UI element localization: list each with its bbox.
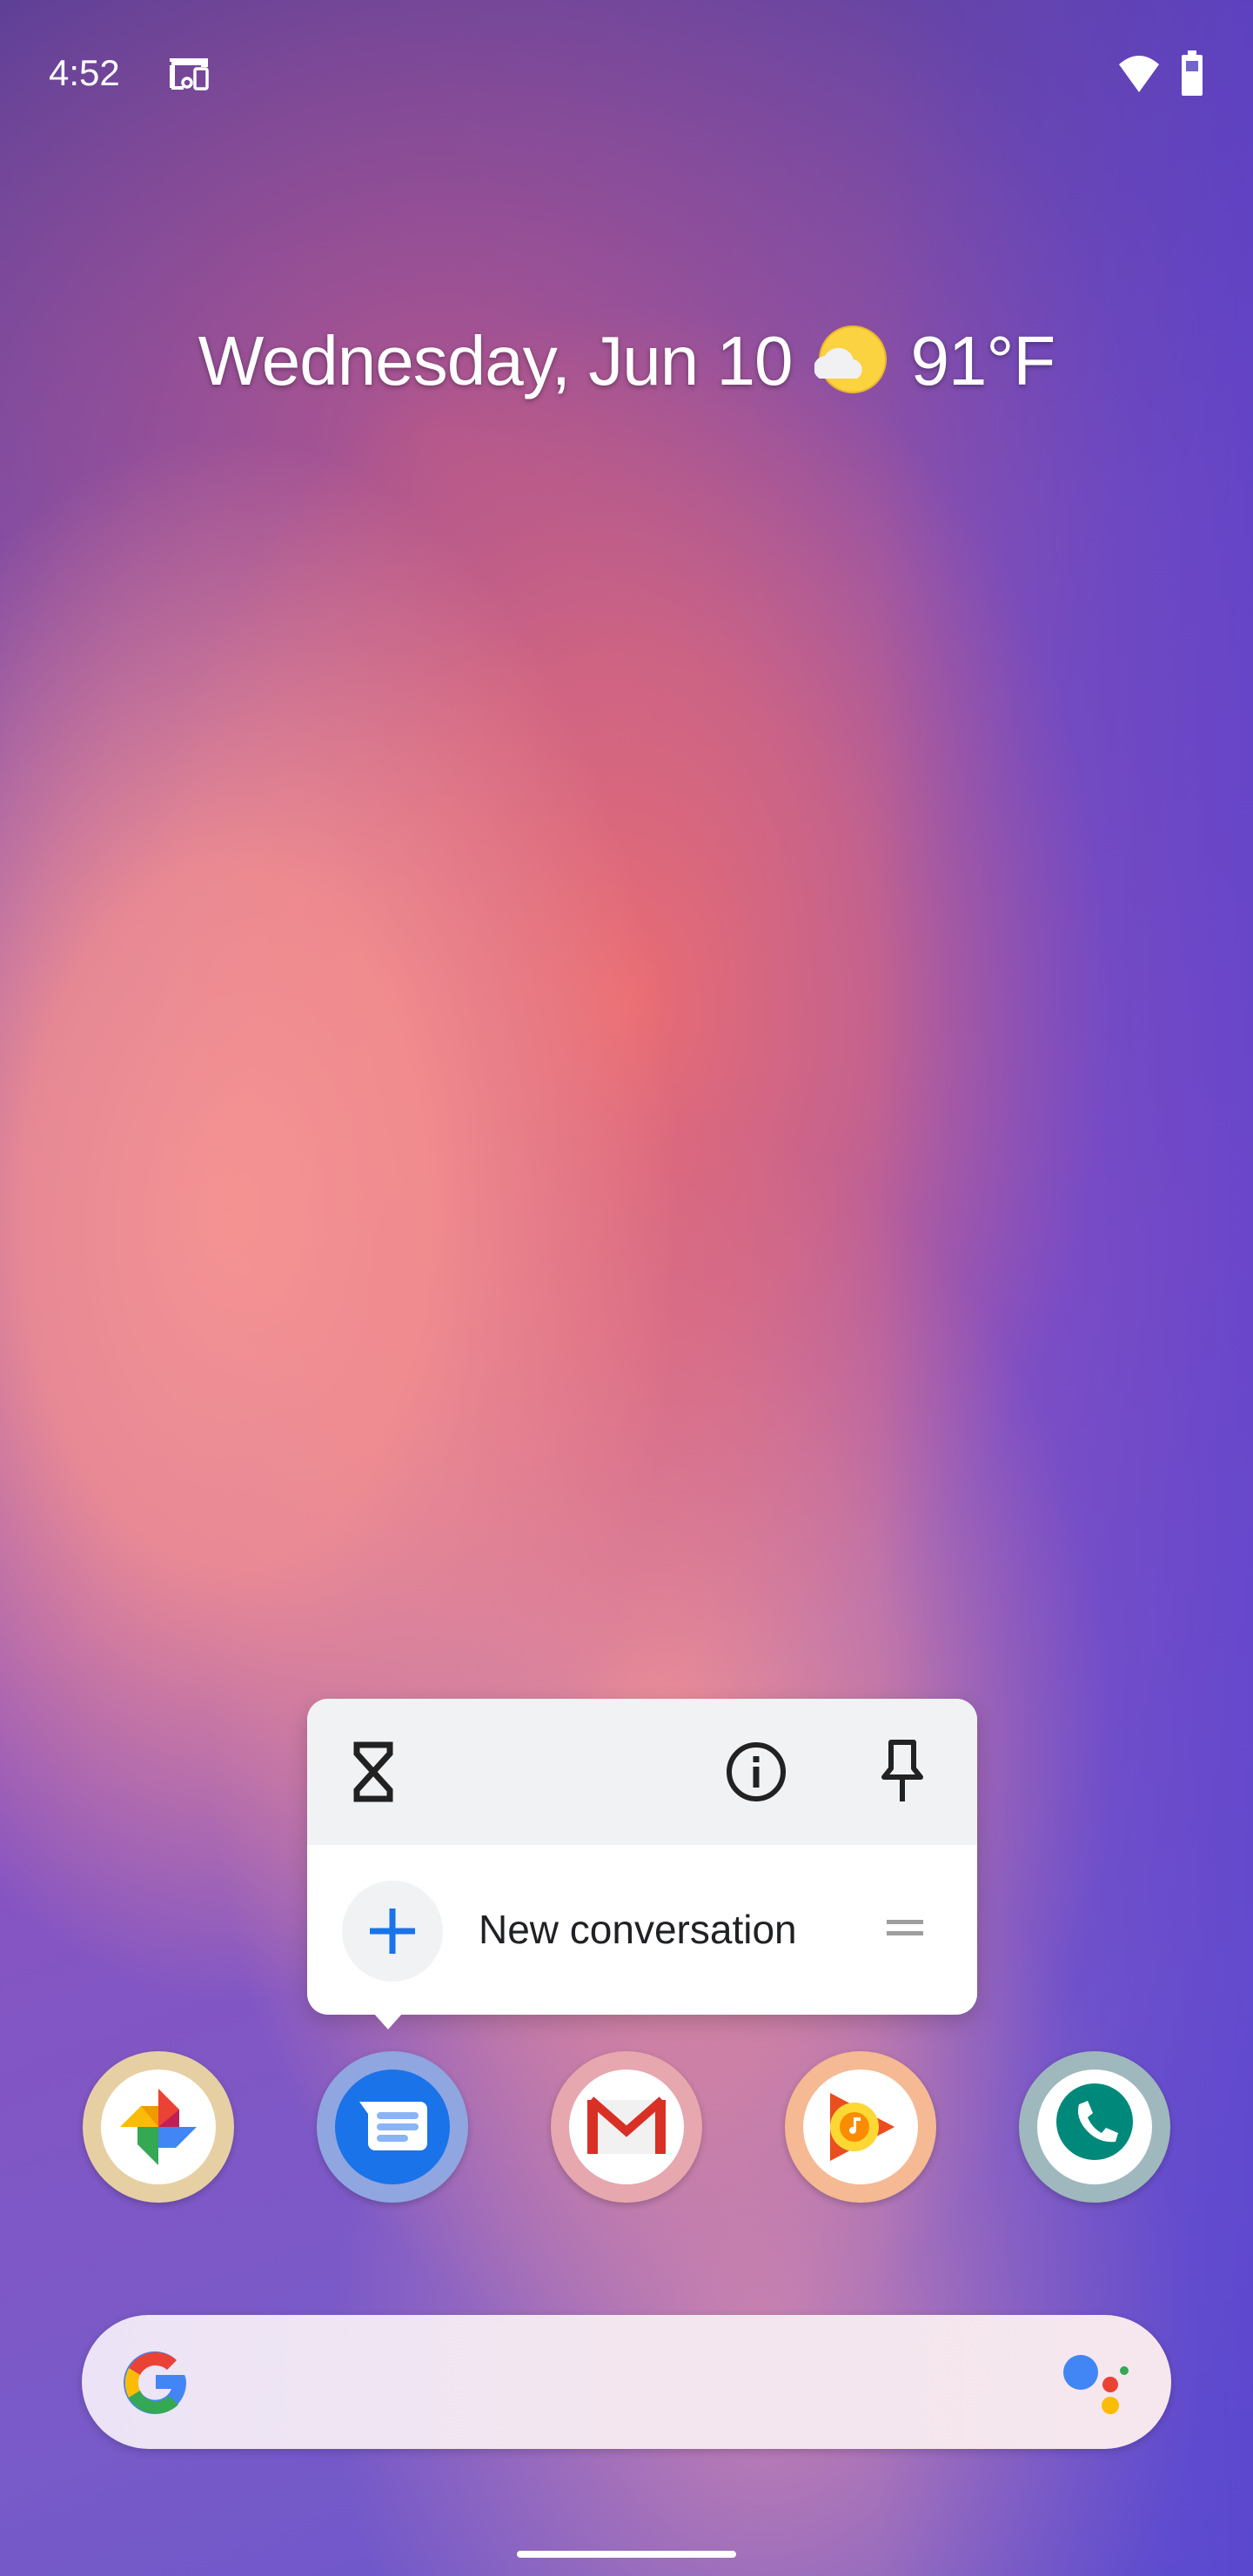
- hourglass-icon: [353, 1741, 393, 1802]
- system-shortcuts-bar: [307, 1699, 977, 1845]
- app-play-music[interactable]: [785, 2051, 936, 2203]
- date-text[interactable]: Wednesday, Jun 10: [198, 321, 794, 401]
- app-photos[interactable]: [83, 2051, 234, 2203]
- app-info-button[interactable]: [723, 1739, 789, 1805]
- google-g-icon[interactable]: [117, 2344, 195, 2422]
- messages-icon: [359, 2102, 427, 2150]
- at-a-glance-widget[interactable]: Wednesday, Jun 10 91°F: [0, 313, 1253, 409]
- google-assistant-icon[interactable]: [1062, 2350, 1131, 2419]
- gesture-nav-handle[interactable]: [517, 2551, 736, 2558]
- gmail-icon: [587, 2096, 666, 2154]
- pin-icon: [881, 1740, 923, 1801]
- info-icon: [727, 1742, 786, 1801]
- app-shortcut-popup: New conversation: [307, 1699, 977, 2015]
- wifi-icon: [1119, 56, 1159, 92]
- app-messages[interactable]: [317, 2051, 468, 2203]
- drag-handle-icon[interactable]: [887, 1918, 923, 1937]
- google-search-bar[interactable]: [82, 2315, 1171, 2449]
- pin-button[interactable]: [869, 1739, 935, 1805]
- photos-icon: [120, 2089, 197, 2165]
- temperature-text[interactable]: 91°F: [910, 321, 1055, 401]
- partly-cloudy-icon[interactable]: [814, 325, 888, 398]
- cast-screen-icon: [170, 58, 209, 91]
- shortcut-label: New conversation: [479, 1907, 797, 1952]
- popup-pointer: [374, 2014, 402, 2029]
- app-timer-button[interactable]: [340, 1739, 406, 1805]
- voice-icon: [1056, 2083, 1133, 2172]
- status-bar: 4:52: [0, 0, 1253, 148]
- shortcut-new-conversation[interactable]: New conversation: [307, 1845, 977, 2015]
- plus-icon: [342, 1881, 443, 1982]
- battery-icon: [1182, 50, 1203, 96]
- play-music-icon: [830, 2093, 895, 2161]
- hotseat: [0, 2051, 1253, 2204]
- app-voice[interactable]: [1019, 2051, 1170, 2203]
- app-gmail[interactable]: [551, 2051, 702, 2203]
- status-time: 4:52: [49, 52, 120, 93]
